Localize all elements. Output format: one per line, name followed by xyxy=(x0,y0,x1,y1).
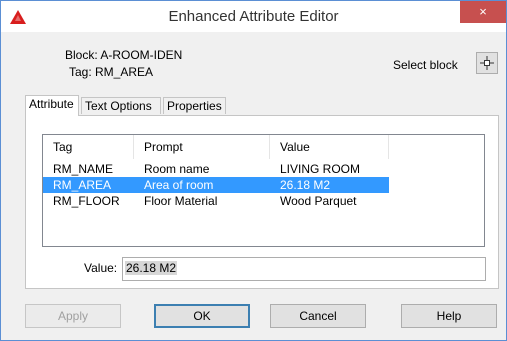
select-block-button[interactable] xyxy=(476,52,498,74)
column-header-tag[interactable]: Tag xyxy=(43,135,134,159)
apply-button[interactable]: Apply xyxy=(25,304,121,328)
ok-button[interactable]: OK xyxy=(154,304,250,328)
list-header: Tag Prompt Value xyxy=(43,135,484,159)
value-input[interactable]: 26.18 M2 xyxy=(122,257,486,281)
value-text-selected: 26.18 M2 xyxy=(125,261,178,275)
select-block-label: Select block xyxy=(393,58,458,72)
close-button[interactable]: × xyxy=(460,1,506,23)
cell-prompt: Area of room xyxy=(144,178,214,192)
tab-properties[interactable]: Properties xyxy=(163,97,226,114)
block-name-label: Block: A-ROOM-IDEN xyxy=(65,48,183,62)
tag-name-label: Tag: RM_AREA xyxy=(69,65,154,79)
cell-prompt: Floor Material xyxy=(144,194,218,208)
value-label: Value: xyxy=(84,261,118,275)
cell-prompt: Room name xyxy=(144,162,210,176)
table-row[interactable]: RM_FLOOR Floor Material Wood Parquet xyxy=(43,193,484,209)
cell-tag: RM_NAME xyxy=(53,162,114,176)
pick-crosshair-icon xyxy=(480,56,494,70)
column-header-value[interactable]: Value xyxy=(270,135,389,159)
table-row-selected[interactable]: RM_AREA Area of room 26.18 M2 xyxy=(43,177,484,193)
close-icon: × xyxy=(479,4,487,19)
block-info: Block: A-ROOM-IDEN Tag: RM_AREA xyxy=(65,47,182,81)
cell-tag: RM_FLOOR xyxy=(53,194,120,208)
cell-tag: RM_AREA xyxy=(53,178,112,192)
title-bar[interactable]: Enhanced Attribute Editor × xyxy=(1,1,506,32)
window-title: Enhanced Attribute Editor xyxy=(168,8,339,25)
cell-value: Wood Parquet xyxy=(280,194,357,208)
cell-value: LIVING ROOM xyxy=(280,162,361,176)
table-row[interactable]: RM_NAME Room name LIVING ROOM xyxy=(43,161,484,177)
column-header-prompt[interactable]: Prompt xyxy=(134,135,270,159)
tab-attribute[interactable]: Attribute xyxy=(25,95,79,116)
tab-text-options[interactable]: Text Options xyxy=(81,97,161,114)
cancel-button[interactable]: Cancel xyxy=(270,304,366,328)
help-button[interactable]: Help xyxy=(401,304,497,328)
dialog-window: Enhanced Attribute Editor × Block: A-ROO… xyxy=(0,0,507,341)
cell-value: 26.18 M2 xyxy=(280,178,331,192)
attribute-list[interactable]: Tag Prompt Value RM_NAME Room name LIVIN… xyxy=(42,134,485,247)
